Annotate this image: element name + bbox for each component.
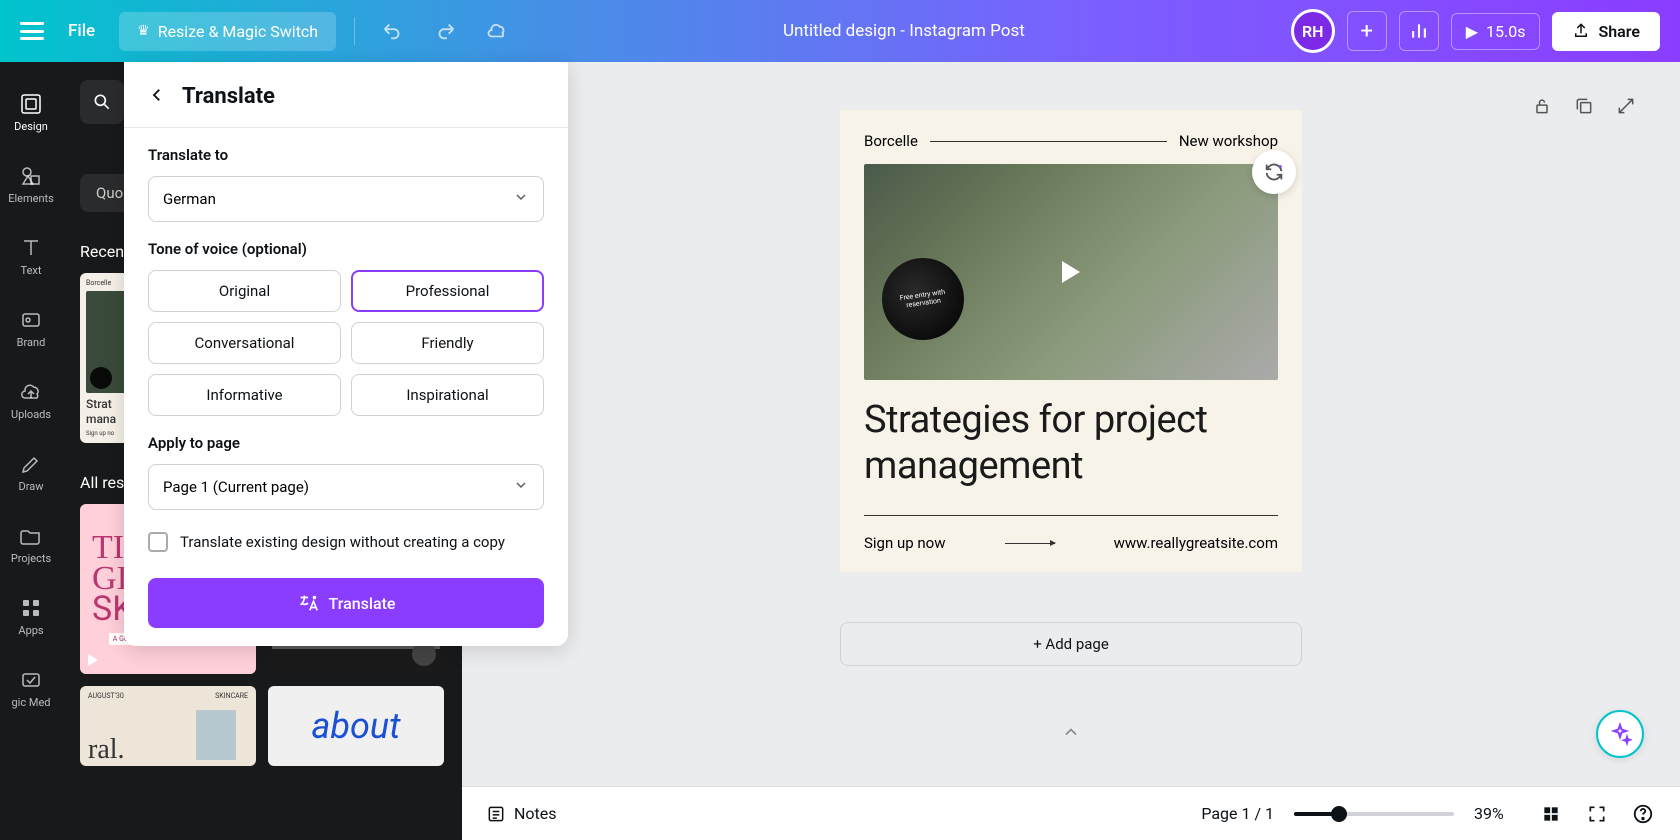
arrow-line bbox=[1005, 543, 1055, 544]
document-title[interactable]: Untitled design - Instagram Post bbox=[783, 21, 1025, 41]
rail-label: Design bbox=[14, 120, 48, 133]
notes-label: Notes bbox=[514, 804, 557, 823]
share-label: Share bbox=[1598, 22, 1640, 41]
rail-label: Draw bbox=[19, 480, 44, 493]
tone-professional[interactable]: Professional bbox=[351, 270, 544, 312]
rail-label: Brand bbox=[17, 336, 46, 349]
translate-icon bbox=[297, 592, 319, 614]
collapse-timeline-button[interactable] bbox=[1061, 722, 1081, 746]
resize-label: Resize & Magic Switch bbox=[158, 22, 318, 41]
circular-badge: Free entry with reservation bbox=[882, 258, 964, 340]
template-thumb[interactable]: AUGUST'30 SKINCARE ral. bbox=[80, 686, 256, 766]
chevron-down-icon bbox=[513, 189, 529, 209]
play-icon bbox=[88, 654, 98, 666]
canvas-area[interactable]: Borcelle New workshop Free entry with re… bbox=[462, 62, 1680, 786]
resize-magic-switch-button[interactable]: ♛ Resize & Magic Switch bbox=[119, 12, 336, 51]
language-value: German bbox=[163, 190, 216, 208]
bottom-bar: Notes Page 1 / 1 39% bbox=[462, 786, 1680, 840]
panel-title: Translate bbox=[182, 84, 275, 109]
tone-friendly[interactable]: Friendly bbox=[351, 322, 544, 364]
rail-label: Elements bbox=[8, 192, 54, 205]
canvas-video-thumbnail[interactable]: Free entry with reservation bbox=[864, 164, 1278, 380]
search-button[interactable] bbox=[80, 80, 124, 124]
language-select[interactable]: German bbox=[148, 176, 544, 222]
translate-to-label: Translate to bbox=[148, 146, 544, 164]
present-duration-button[interactable]: ▶ 15.0s bbox=[1451, 13, 1541, 50]
duplicate-page-button[interactable] bbox=[1570, 92, 1598, 120]
translate-submit-button[interactable]: Translate bbox=[148, 578, 544, 628]
rail-label: Text bbox=[21, 264, 42, 277]
page-value: Page 1 (Current page) bbox=[163, 478, 309, 496]
add-collaborator-button[interactable]: + bbox=[1347, 11, 1387, 51]
rail-brand[interactable]: Brand bbox=[0, 292, 62, 364]
canvas-signup: Sign up now bbox=[864, 534, 946, 552]
rail-text[interactable]: Text bbox=[0, 220, 62, 292]
canvas-headline: Strategies for project management bbox=[864, 398, 1278, 489]
expand-page-button[interactable] bbox=[1612, 92, 1640, 120]
rail-uploads[interactable]: Uploads bbox=[0, 364, 62, 436]
rail-label: Apps bbox=[18, 624, 43, 637]
chevron-down-icon bbox=[513, 477, 529, 497]
rail-elements[interactable]: Elements bbox=[0, 148, 62, 220]
divider bbox=[354, 17, 355, 45]
regenerate-button[interactable] bbox=[1252, 150, 1296, 194]
user-avatar[interactable]: RH bbox=[1291, 9, 1335, 53]
apply-to-page-label: Apply to page bbox=[148, 434, 544, 452]
tone-informative[interactable]: Informative bbox=[148, 374, 341, 416]
rail-apps[interactable]: Apps bbox=[0, 580, 62, 652]
page-indicator[interactable]: Page 1 / 1 bbox=[1201, 804, 1274, 823]
analytics-button[interactable] bbox=[1399, 11, 1439, 51]
canvas-url: www.reallygreatsite.com bbox=[1114, 534, 1278, 552]
undo-button[interactable] bbox=[373, 11, 413, 51]
translate-button-label: Translate bbox=[329, 594, 396, 613]
rail-draw[interactable]: Draw bbox=[0, 436, 62, 508]
play-icon bbox=[1062, 261, 1080, 283]
design-canvas[interactable]: Borcelle New workshop Free entry with re… bbox=[840, 110, 1302, 572]
tone-original[interactable]: Original bbox=[148, 270, 341, 312]
duration-label: 15.0s bbox=[1486, 22, 1525, 41]
rail-magic-media[interactable]: gic Med bbox=[0, 652, 62, 724]
canvas-brand: Borcelle bbox=[864, 132, 918, 150]
canvas-tag: New workshop bbox=[1179, 132, 1278, 150]
rail-projects[interactable]: Projects bbox=[0, 508, 62, 580]
divider-line bbox=[864, 515, 1278, 516]
grid-view-button[interactable] bbox=[1538, 801, 1564, 827]
translate-panel: Translate Translate to German Tone of vo… bbox=[124, 62, 568, 646]
left-tool-rail: Design Elements Text Brand Uploads Draw … bbox=[0, 62, 62, 840]
tone-inspirational[interactable]: Inspirational bbox=[351, 374, 544, 416]
zoom-slider[interactable] bbox=[1294, 812, 1454, 816]
tone-conversational[interactable]: Conversational bbox=[148, 322, 341, 364]
zoom-percentage[interactable]: 39% bbox=[1474, 804, 1518, 823]
help-button[interactable] bbox=[1630, 801, 1656, 827]
back-button[interactable] bbox=[148, 86, 166, 108]
rail-label: gic Med bbox=[12, 696, 51, 709]
cloud-sync-icon[interactable] bbox=[477, 11, 517, 51]
play-icon: ▶ bbox=[1466, 22, 1478, 41]
rail-label: Projects bbox=[11, 552, 51, 565]
main-menu-button[interactable] bbox=[20, 22, 44, 40]
page-select[interactable]: Page 1 (Current page) bbox=[148, 464, 544, 510]
template-thumb[interactable]: about bbox=[268, 686, 444, 766]
divider-line bbox=[930, 141, 1167, 142]
translate-without-copy-checkbox[interactable] bbox=[148, 532, 168, 552]
share-button[interactable]: Share bbox=[1552, 12, 1660, 51]
tone-label: Tone of voice (optional) bbox=[148, 240, 544, 258]
rail-label: Uploads bbox=[11, 408, 51, 421]
rail-design[interactable]: Design bbox=[0, 76, 62, 148]
magic-assistant-button[interactable] bbox=[1596, 710, 1644, 758]
lock-icon[interactable] bbox=[1528, 92, 1556, 120]
fullscreen-button[interactable] bbox=[1584, 801, 1610, 827]
redo-button[interactable] bbox=[425, 11, 465, 51]
add-page-button[interactable]: + Add page bbox=[840, 622, 1302, 666]
notes-button[interactable]: Notes bbox=[486, 804, 557, 824]
file-menu-button[interactable]: File bbox=[56, 13, 107, 49]
checkbox-label: Translate existing design without creati… bbox=[180, 533, 505, 551]
crown-icon: ♛ bbox=[137, 23, 150, 39]
